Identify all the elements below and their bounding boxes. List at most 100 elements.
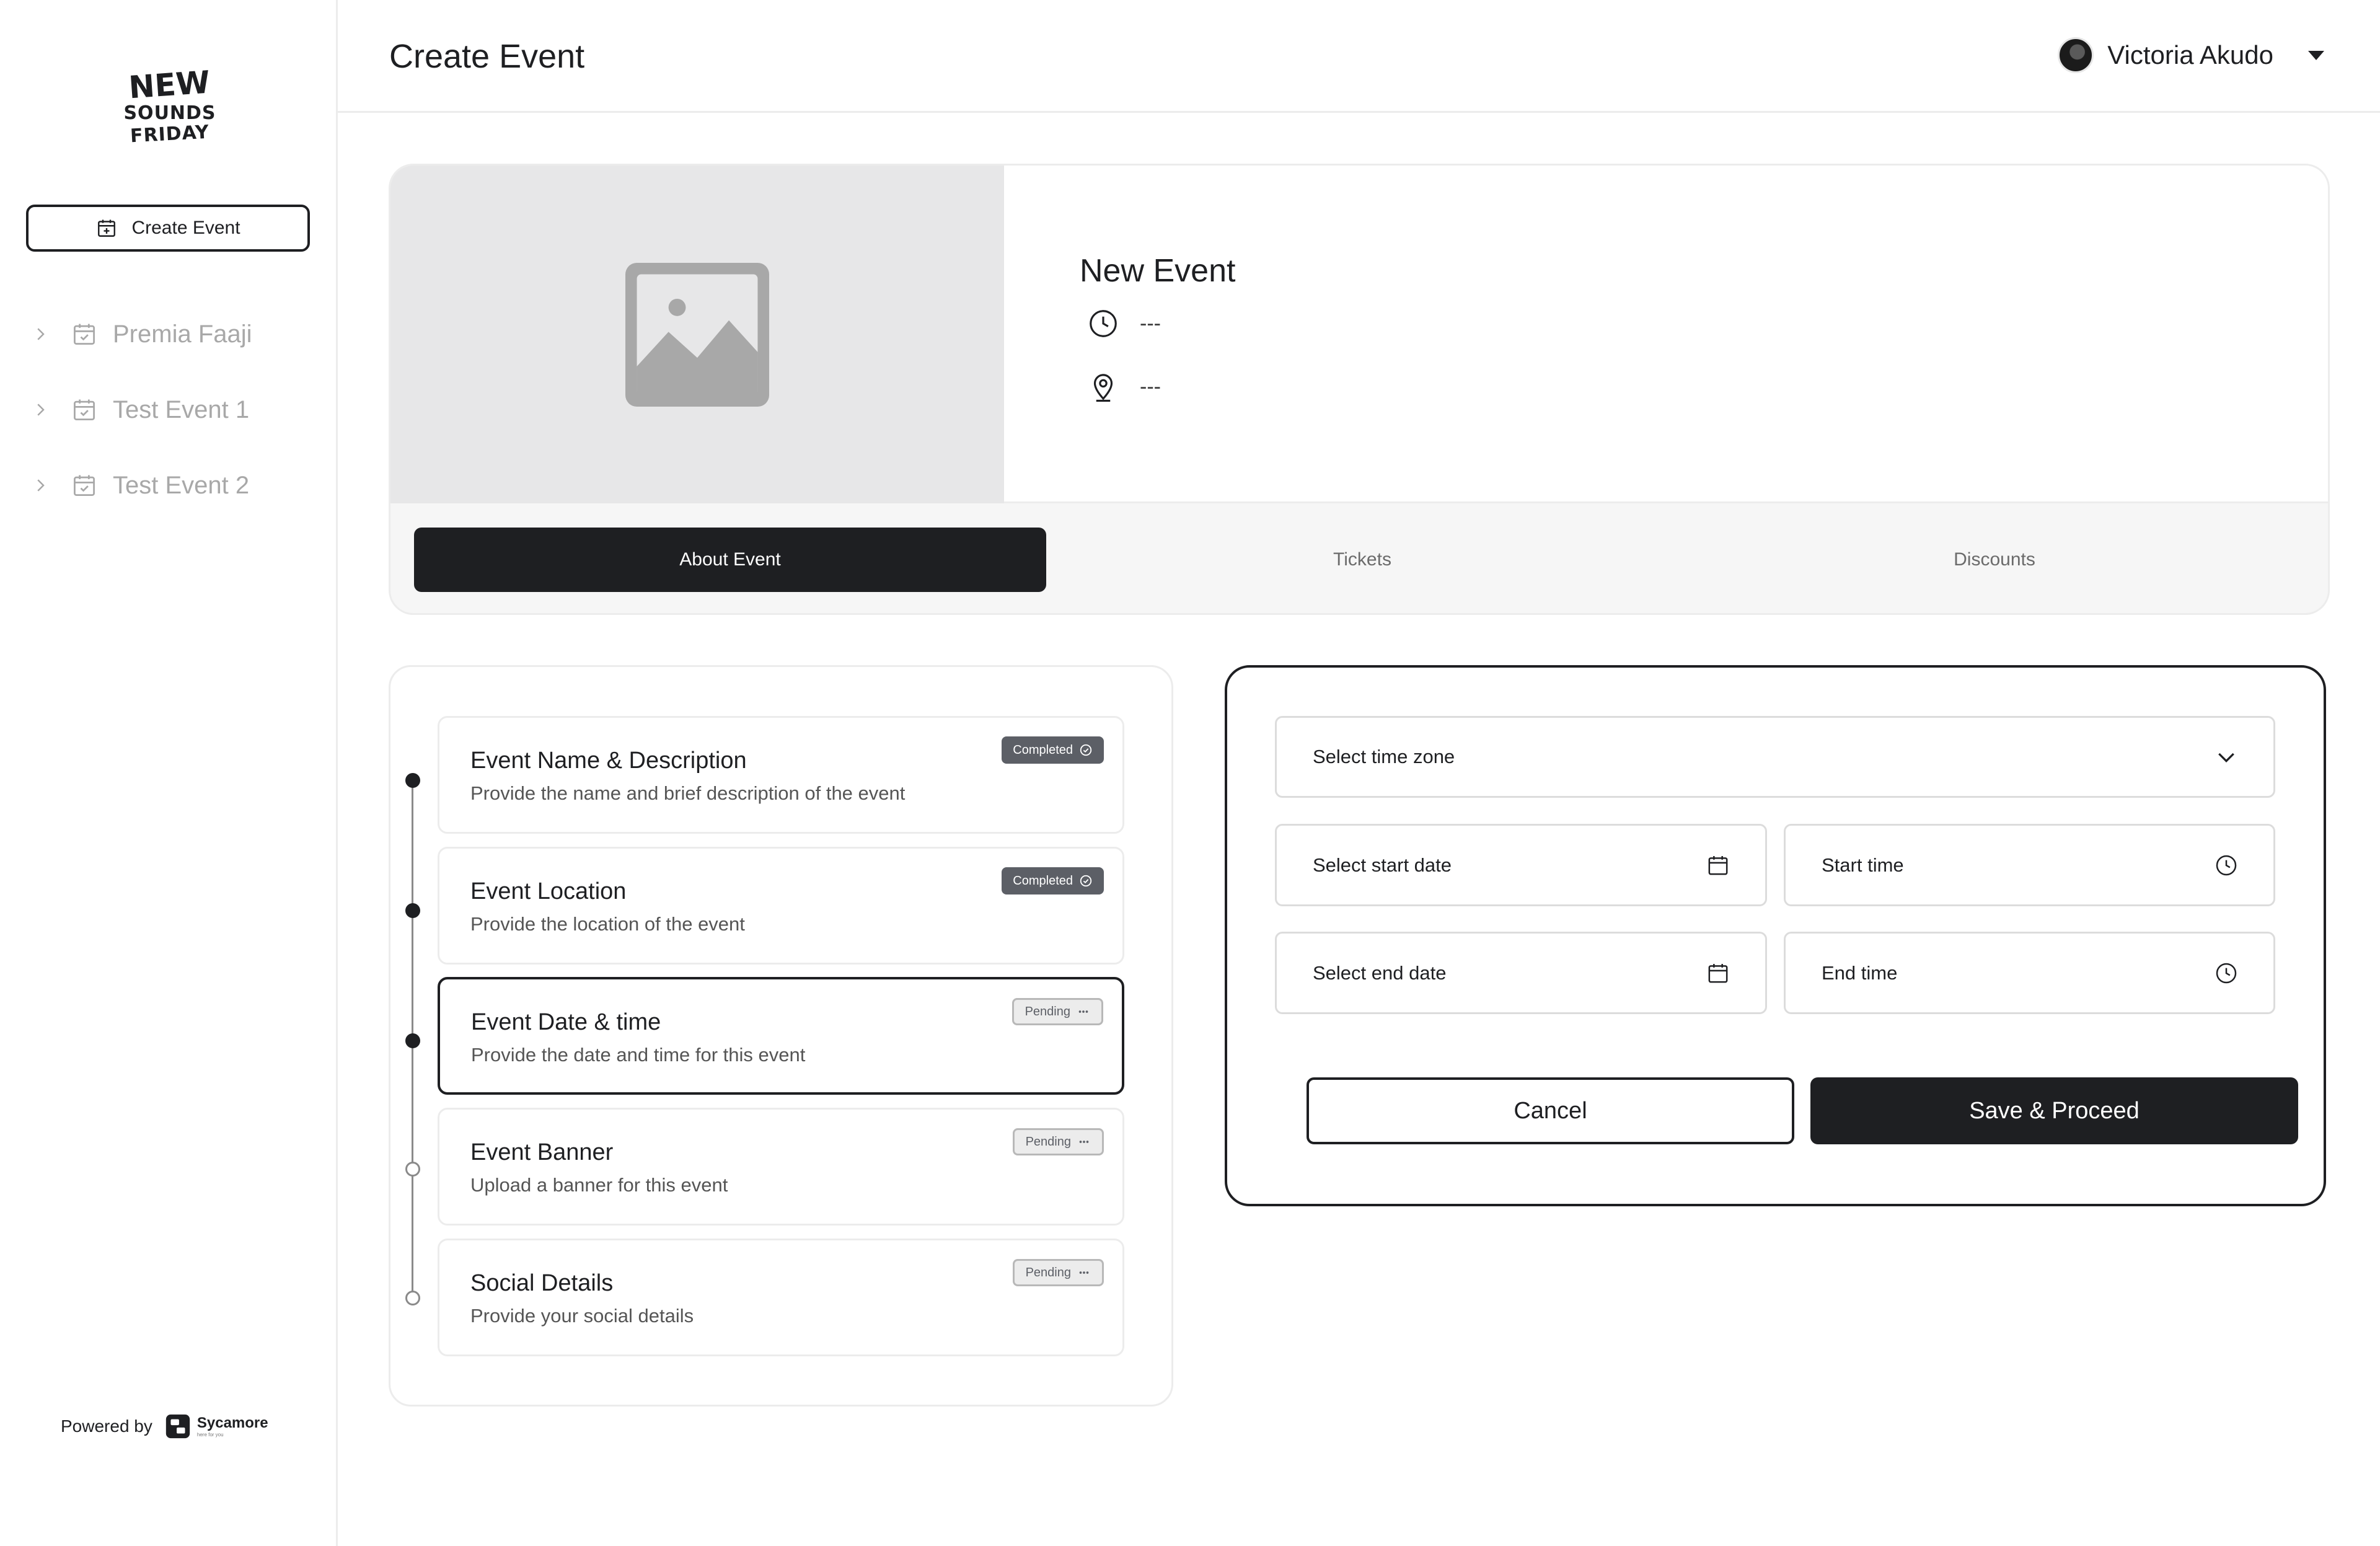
chevron-right-icon[interactable] bbox=[31, 400, 50, 419]
step-title: Event Banner bbox=[470, 1139, 614, 1165]
tab-tickets[interactable]: Tickets bbox=[1046, 528, 1678, 592]
step-dot-completed bbox=[405, 773, 420, 788]
calendar-check-icon bbox=[74, 475, 95, 496]
step-social-details[interactable]: Social Details Provide your social detai… bbox=[438, 1239, 1124, 1356]
start-date-placeholder: Select start date bbox=[1313, 854, 1452, 876]
sycamore-name: Sycamore bbox=[196, 1414, 268, 1431]
step-event-name-description[interactable]: Event Name & Description Provide the nam… bbox=[438, 716, 1124, 834]
event-time: --- bbox=[1140, 311, 1161, 335]
sycamore-logo[interactable]: Sycamore here for you bbox=[164, 1412, 268, 1441]
end-date-placeholder: Select end date bbox=[1313, 961, 1447, 984]
status-label: Pending bbox=[1025, 1004, 1070, 1018]
calendar-icon[interactable] bbox=[1706, 853, 1730, 878]
create-event-button[interactable]: Create Event bbox=[26, 205, 310, 252]
svg-text:FRIDAY: FRIDAY bbox=[130, 121, 210, 148]
powered-by: Powered by Sycamore here for you bbox=[61, 1412, 268, 1441]
new-sounds-friday-logo[interactable]: NEW SOUNDS FRIDAY bbox=[114, 64, 226, 148]
event-list: Premia Faaji Test Event 1 Test Event 2 bbox=[31, 296, 322, 523]
user-name[interactable]: Victoria Akudo bbox=[2107, 40, 2273, 70]
sidebar-item-label: Test Event 1 bbox=[113, 395, 250, 423]
sidebar: NEW SOUNDS FRIDAY Create Event Premia Fa… bbox=[0, 0, 338, 1546]
page-title: Create Event bbox=[389, 38, 585, 75]
sidebar-item-label: Test Event 2 bbox=[113, 471, 250, 499]
event-preview-card: New Event --- --- About Event Tickets Di… bbox=[389, 164, 2330, 615]
status-label: Pending bbox=[1025, 1265, 1071, 1279]
more-dots-icon bbox=[1078, 1010, 1088, 1013]
tab-discounts[interactable]: Discounts bbox=[1678, 528, 2311, 592]
event-name: New Event bbox=[1080, 253, 1236, 289]
timezone-placeholder: Select time zone bbox=[1313, 746, 1455, 767]
top-header: Create Event Victoria Akudo bbox=[338, 0, 2380, 113]
chevron-down-icon bbox=[2218, 753, 2234, 763]
timezone-select[interactable]: Select time zone bbox=[1275, 716, 2275, 798]
step-dot-pending bbox=[405, 1291, 420, 1305]
image-placeholder-icon bbox=[625, 262, 769, 407]
status-badge: Completed bbox=[1002, 736, 1104, 764]
step-description: Provide the name and brief description o… bbox=[470, 782, 906, 804]
sycamore-mark-icon bbox=[165, 1414, 190, 1439]
more-dots-icon bbox=[1079, 1271, 1089, 1274]
step-dot-pending bbox=[405, 1162, 420, 1177]
end-time-placeholder: End time bbox=[1822, 961, 1898, 984]
status-badge: Pending bbox=[1012, 1259, 1104, 1286]
start-time-placeholder: Start time bbox=[1822, 854, 1904, 876]
chevron-right-icon[interactable] bbox=[31, 325, 50, 343]
event-location: --- bbox=[1140, 374, 1161, 399]
step-event-date-time[interactable]: Event Date & time Provide the date and t… bbox=[438, 977, 1124, 1095]
step-title: Social Details bbox=[470, 1270, 614, 1296]
sidebar-item-test-event-2[interactable]: Test Event 2 bbox=[31, 448, 322, 523]
step-description: Provide the date and time for this event bbox=[471, 1044, 806, 1066]
more-dots-icon bbox=[1079, 1141, 1089, 1143]
clock-icon[interactable] bbox=[2214, 961, 2239, 986]
clock-icon[interactable] bbox=[2214, 853, 2239, 878]
svg-text:NEW: NEW bbox=[128, 67, 211, 106]
status-label: Completed bbox=[1013, 743, 1073, 757]
step-title: Event Date & time bbox=[471, 1009, 661, 1035]
save-proceed-button[interactable]: Save & Proceed bbox=[1810, 1077, 2298, 1144]
status-label: Completed bbox=[1013, 873, 1073, 888]
start-time-field[interactable]: Start time bbox=[1784, 824, 2275, 906]
clock-icon bbox=[1090, 310, 1117, 337]
map-pin-icon bbox=[1093, 374, 1113, 402]
status-badge: Pending bbox=[1012, 1128, 1104, 1155]
calendar-check-icon bbox=[74, 399, 95, 420]
calendar-icon[interactable] bbox=[1706, 961, 1730, 986]
status-label: Pending bbox=[1025, 1134, 1071, 1149]
calendar-plus-icon bbox=[98, 219, 116, 237]
tab-about-event[interactable]: About Event bbox=[414, 528, 1046, 592]
step-title: Event Location bbox=[470, 878, 627, 904]
sycamore-tagline: here for you bbox=[196, 1431, 224, 1438]
sidebar-item-label: Premia Faaji bbox=[113, 320, 252, 348]
step-event-banner[interactable]: Event Banner Upload a banner for this ev… bbox=[438, 1108, 1124, 1226]
status-badge: Completed bbox=[1002, 867, 1104, 894]
event-info: New Event --- --- bbox=[1004, 166, 2328, 503]
create-event-label: Create Event bbox=[131, 218, 240, 238]
step-dot-completed bbox=[405, 903, 420, 918]
start-date-field[interactable]: Select start date bbox=[1275, 824, 1767, 906]
sidebar-item-premia-faaji[interactable]: Premia Faaji bbox=[31, 296, 322, 372]
end-time-field[interactable]: End time bbox=[1784, 932, 2275, 1014]
step-description: Provide the location of the event bbox=[470, 913, 745, 935]
step-title: Event Name & Description bbox=[470, 748, 747, 774]
check-circle-icon bbox=[1080, 875, 1092, 887]
calendar-check-icon bbox=[74, 324, 95, 345]
avatar[interactable] bbox=[2058, 37, 2094, 73]
user-menu[interactable]: Victoria Akudo bbox=[2058, 37, 2324, 73]
event-tabs: About Event Tickets Discounts bbox=[414, 528, 2311, 592]
step-description: Upload a banner for this event bbox=[470, 1174, 728, 1196]
event-time-row: --- bbox=[1086, 307, 1161, 340]
step-dot-current bbox=[405, 1033, 420, 1048]
step-event-location[interactable]: Event Location Provide the location of t… bbox=[438, 847, 1124, 965]
caret-down-icon[interactable] bbox=[2308, 50, 2324, 60]
powered-by-label: Powered by bbox=[61, 1416, 152, 1436]
cancel-button[interactable]: Cancel bbox=[1307, 1077, 1794, 1144]
status-badge: Pending bbox=[1011, 998, 1103, 1025]
sidebar-item-test-event-1[interactable]: Test Event 1 bbox=[31, 372, 322, 448]
event-banner-placeholder bbox=[390, 166, 1004, 503]
event-location-row: --- bbox=[1086, 370, 1161, 404]
step-description: Provide your social details bbox=[470, 1305, 694, 1327]
svg-text:SOUNDS: SOUNDS bbox=[123, 102, 216, 124]
chevron-right-icon[interactable] bbox=[31, 476, 50, 495]
end-date-field[interactable]: Select end date bbox=[1275, 932, 1767, 1014]
check-circle-icon bbox=[1080, 744, 1092, 756]
